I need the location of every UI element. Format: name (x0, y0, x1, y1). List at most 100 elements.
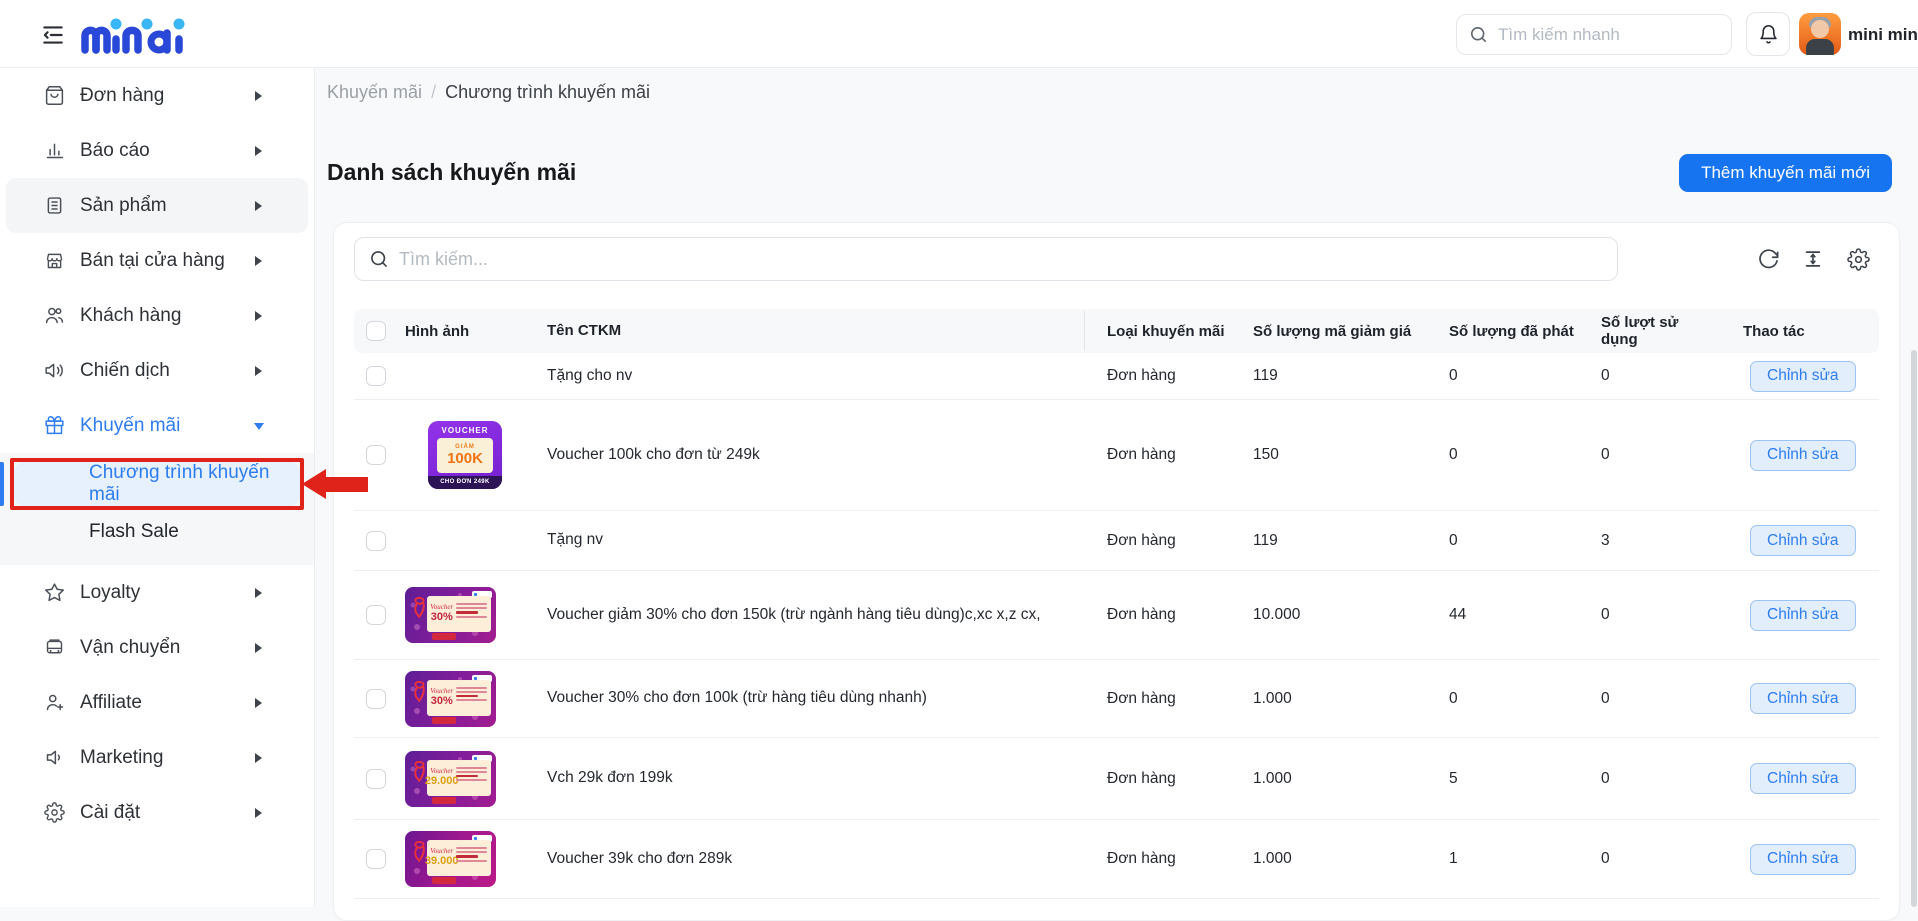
global-search-input[interactable] (1498, 25, 1719, 45)
orders-bag-icon (44, 85, 66, 107)
user-name[interactable]: mini min (1848, 25, 1918, 45)
chevron-down-icon (254, 423, 264, 435)
voucher-100k-thumbnail: VOUCHER GIẢM 100K CHO ĐƠN 249K (428, 421, 502, 489)
table-row: Tặng nv Đơn hàng 119 0 3 Chỉnh sửa (354, 511, 1879, 571)
edit-button[interactable]: Chỉnh sửa (1750, 440, 1856, 471)
sidebar-item-don-hang[interactable]: Đơn hàng (0, 68, 314, 123)
chevron-right-icon (255, 91, 262, 101)
sidebar-item-san-pham[interactable]: Sản phẩm (6, 178, 308, 233)
sidebar-item-khach-hang[interactable]: Khách hàng (0, 288, 314, 343)
sidebar-item-loyalty[interactable]: Loyalty (0, 565, 314, 620)
promotions-card: Hình ảnh Tên CTKM Loại khuyến mãi Số lượ… (333, 222, 1900, 921)
sidebar-item-marketing[interactable]: Marketing (0, 730, 314, 785)
select-all-checkbox[interactable] (366, 321, 386, 341)
page-title: Danh sách khuyến mãi (327, 159, 576, 186)
campaign-speaker-icon (44, 360, 66, 382)
logo[interactable] (78, 13, 208, 57)
table-row: VOUCHER GIẢM 100K CHO ĐƠN 249K Voucher 1… (354, 400, 1879, 511)
row-checkbox[interactable] (366, 605, 386, 625)
row-checkbox[interactable] (366, 769, 386, 789)
promo-name: Tặng nv (547, 530, 1107, 551)
chevron-right-icon (255, 588, 262, 598)
row-checkbox[interactable] (366, 366, 386, 386)
chevron-right-icon (255, 201, 262, 211)
edit-button[interactable]: Chỉnh sửa (1750, 525, 1856, 556)
chevron-right-icon (255, 808, 262, 818)
chevron-right-icon (255, 753, 262, 763)
store-icon (44, 250, 66, 272)
table-row: Voucher 29.000 Vch 29k đơn 199k Đơn hàng… (354, 738, 1879, 820)
chevron-right-icon (255, 311, 262, 321)
promo-name: Voucher 100k cho đơn từ 249k (547, 445, 1107, 466)
search-icon (1469, 25, 1488, 44)
sidebar-item-flash-sale[interactable]: Flash Sale (0, 506, 314, 558)
row-height-icon[interactable] (1800, 246, 1826, 272)
col-header-so-luot-su-dung: Số lượt sử dụng (1601, 314, 1714, 348)
row-checkbox[interactable] (366, 531, 386, 551)
annotation-arrow (302, 469, 326, 499)
product-box-icon (44, 195, 66, 217)
sidebar-item-affiliate[interactable]: Affiliate (0, 675, 314, 730)
sidebar-item-cai-dat[interactable]: Cài đặt (0, 785, 314, 840)
sidebar-item-ban-tai-cua-hang[interactable]: Bán tại cửa hàng (0, 233, 314, 288)
add-promotion-button[interactable]: Thêm khuyến mãi mới (1679, 154, 1892, 192)
table-search-input[interactable] (399, 249, 1603, 270)
sidebar: Đơn hàng Báo cáo Sản phẩm Bán tại cửa hà… (0, 68, 315, 907)
truck-icon (44, 637, 66, 659)
customers-icon (44, 305, 66, 327)
breadcrumb: Khuyến mãi / Chương trình khuyến mãi (327, 82, 650, 103)
report-chart-icon (44, 140, 66, 162)
chevron-right-icon (255, 256, 262, 266)
star-icon (44, 582, 66, 604)
gift-icon (44, 415, 66, 437)
promo-name: Vch 29k đơn 199k (547, 768, 1107, 789)
col-header-so-luong-ma-giam-gia: Số lượng mã giảm giá (1253, 323, 1449, 340)
breadcrumb-separator: / (431, 82, 436, 103)
sidebar-item-chuong-trinh-khuyen-mai[interactable]: Chương trình khuyến mãi (14, 462, 300, 506)
refresh-icon[interactable] (1755, 246, 1781, 272)
promo-name: Voucher 39k cho đơn 289k (547, 849, 1107, 870)
col-header-loai-khuyen-mai: Loại khuyến mãi (1107, 323, 1253, 340)
topbar: mini min (0, 0, 1918, 68)
promo-name: Voucher 30% cho đơn 100k (trừ hàng tiêu … (547, 688, 1107, 709)
table-row: Voucher 39.000 Voucher 39k cho đơn 289k … (354, 820, 1879, 899)
breadcrumb-current: Chương trình khuyến mãi (445, 82, 650, 103)
sidebar-collapse-icon[interactable] (40, 22, 66, 48)
edit-button[interactable]: Chỉnh sửa (1750, 600, 1856, 631)
table-settings-gear-icon[interactable] (1845, 246, 1871, 272)
sidebar-item-chien-dich[interactable]: Chiến dịch (0, 343, 314, 398)
row-checkbox[interactable] (366, 445, 386, 465)
page-scrollbar[interactable] (1911, 350, 1917, 907)
avatar[interactable] (1799, 13, 1841, 55)
row-checkbox[interactable] (366, 849, 386, 869)
chevron-right-icon (255, 643, 262, 653)
promo-name: Voucher giảm 30% cho đơn 150k (trừ ngành… (547, 605, 1107, 626)
sidebar-item-khuyen-mai[interactable]: Khuyến mãi (0, 398, 314, 453)
voucher-30-thumbnail: Voucher 30% (405, 587, 496, 643)
sidebar-item-bao-cao[interactable]: Báo cáo (0, 123, 314, 178)
table-row: Voucher 30% Voucher 30% cho đơn 100k (tr… (354, 660, 1879, 738)
megaphone-icon (44, 747, 66, 769)
active-indicator (0, 462, 4, 506)
chevron-right-icon (255, 146, 262, 156)
khuyen-mai-submenu: Chương trình khuyến mãi Flash Sale (0, 453, 314, 565)
table-row: Tặng cho nv Đơn hàng 119 0 0 Chỉnh sửa (354, 353, 1879, 400)
sidebar-item-van-chuyen[interactable]: Vận chuyển (0, 620, 314, 675)
edit-button[interactable]: Chỉnh sửa (1750, 683, 1856, 714)
promo-name: Tặng cho nv (547, 366, 1107, 387)
breadcrumb-parent[interactable]: Khuyến mãi (327, 82, 422, 103)
voucher-29k-thumbnail: Voucher 29.000 (405, 751, 496, 807)
edit-button[interactable]: Chỉnh sửa (1750, 844, 1856, 875)
bell-icon (1758, 24, 1779, 45)
notifications-button[interactable] (1746, 12, 1790, 56)
chevron-right-icon (255, 698, 262, 708)
table-row: Voucher 30% Voucher giảm 30% cho đơn 150… (354, 571, 1879, 660)
user-plus-icon (44, 692, 66, 714)
search-icon (369, 249, 389, 269)
main-content: Khuyến mãi / Chương trình khuyến mãi Dan… (315, 68, 1918, 907)
edit-button[interactable]: Chỉnh sửa (1750, 361, 1856, 392)
edit-button[interactable]: Chỉnh sửa (1750, 763, 1856, 794)
annotation-arrow-shaft (325, 477, 368, 492)
row-checkbox[interactable] (366, 689, 386, 709)
table-header: Hình ảnh Tên CTKM Loại khuyến mãi Số lượ… (354, 309, 1879, 353)
